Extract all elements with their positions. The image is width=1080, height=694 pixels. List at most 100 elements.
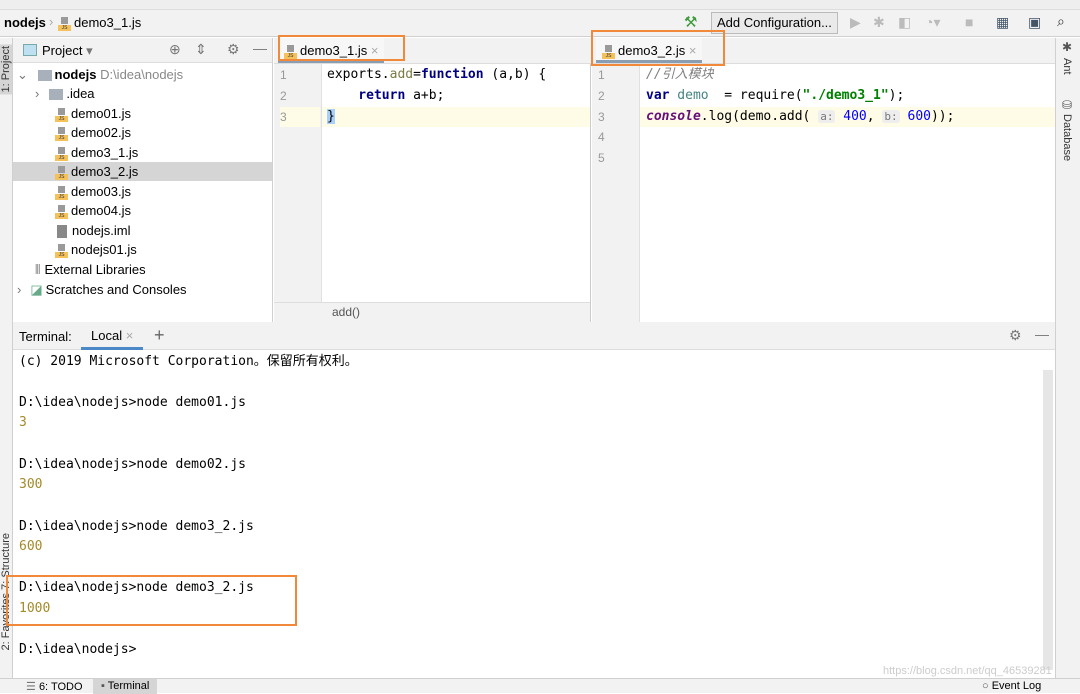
- gear-icon[interactable]: ⚙: [1009, 327, 1022, 344]
- breadcrumb-file-label: demo3_1.js: [74, 15, 142, 30]
- project-title: Project: [42, 43, 83, 58]
- left-tool-strip: 1: Project 7: Structure 2: Favorites: [0, 38, 13, 678]
- tree-root[interactable]: ⌄ nodejs D:\idea\nodejs: [13, 65, 272, 84]
- editor-demo3-2: demo3_2.js × 1 2 3 4 5 //引入模块 var demo =…: [592, 38, 1055, 322]
- tree-item-label: demo3_1.js: [71, 145, 139, 160]
- js-file-icon: [55, 107, 68, 122]
- terminal-line: D:\idea\nodejs>node demo02.js: [19, 457, 246, 472]
- close-icon[interactable]: ×: [689, 43, 697, 58]
- code-token: console: [646, 109, 701, 124]
- tree-item[interactable]: demo3_1.js: [13, 143, 272, 162]
- tab-demo3-1[interactable]: demo3_1.js ×: [278, 38, 385, 63]
- terminal-output[interactable]: (c) 2019 Microsoft Corporation。保留所有权利。 D…: [13, 350, 1055, 678]
- library-icon: ⫴: [35, 262, 41, 277]
- close-icon[interactable]: ×: [371, 43, 379, 58]
- breadcrumb-project[interactable]: nodejs: [4, 15, 46, 30]
- hide-icon[interactable]: —: [1035, 326, 1049, 342]
- js-file-icon: [58, 16, 71, 31]
- search-icon[interactable]: ⌕: [1057, 13, 1065, 30]
- tree-item[interactable]: nodejs.iml: [13, 221, 272, 240]
- scratches-icon: ◪: [30, 282, 43, 297]
- close-icon[interactable]: ×: [126, 328, 134, 343]
- tree-item[interactable]: demo04.js: [13, 201, 272, 220]
- tree-item[interactable]: demo02.js: [13, 123, 272, 142]
- project-structure-icon[interactable]: ▦: [996, 14, 1009, 31]
- terminal-window-icon[interactable]: ▣: [1028, 14, 1041, 31]
- watermark: https://blog.csdn.net/qq_46539281: [883, 665, 1052, 677]
- tree-item-external-libraries[interactable]: ⫴ External Libraries: [13, 260, 272, 279]
- coverage-icon[interactable]: ◧: [898, 14, 911, 31]
- collapse-all-icon[interactable]: ⇕: [195, 41, 207, 58]
- tree-item-label: nodejs01.js: [71, 242, 137, 257]
- js-file-icon: [284, 44, 297, 59]
- add-configuration-button[interactable]: Add Configuration...: [711, 12, 838, 34]
- favorites-tool-button[interactable]: 2: Favorites: [0, 593, 12, 650]
- code-token: 400: [843, 109, 867, 124]
- tree-item-selected[interactable]: demo3_2.js: [13, 162, 272, 181]
- terminal-output-line: 3: [19, 415, 27, 430]
- tree-item[interactable]: demo03.js: [13, 182, 272, 201]
- tab-label: demo3_2.js: [618, 43, 686, 58]
- terminal-header: Terminal: Local × + ⚙ —: [13, 322, 1055, 350]
- js-file-icon: [55, 165, 68, 180]
- code-line-2[interactable]: var demo = require("./demo3_1");: [646, 86, 904, 106]
- code-line-2[interactable]: return a+b;: [327, 86, 444, 106]
- code-token: =: [413, 67, 421, 82]
- code-token: );: [888, 88, 905, 103]
- locate-icon[interactable]: ⊕: [169, 41, 181, 58]
- code-token: 600: [907, 109, 931, 124]
- current-line-highlight: [322, 107, 590, 127]
- hide-icon[interactable]: —: [253, 40, 267, 56]
- project-view-icon: [23, 44, 37, 56]
- code-token: }: [327, 109, 335, 124]
- js-file-icon: [55, 204, 68, 219]
- code-line-3[interactable]: console.log(demo.add( a: 400, b: 600));: [646, 107, 954, 127]
- tree-item-label: demo04.js: [71, 203, 131, 218]
- line-gutter: 1 2 3 4 5: [592, 64, 640, 322]
- database-tool-button[interactable]: Database: [1061, 114, 1073, 161]
- line-number: 2: [598, 89, 605, 103]
- tree-item-label: nodejs.iml: [72, 223, 131, 238]
- build-hammer-icon[interactable]: ⚒: [684, 13, 697, 31]
- tree-item-label: demo03.js: [71, 184, 131, 199]
- chevron-down-icon: ⌄: [17, 67, 28, 82]
- tree-item-label: External Libraries: [44, 262, 146, 277]
- code-token: exports.: [327, 67, 390, 82]
- terminal-output-line: 1000: [19, 601, 51, 616]
- terminal-output-line: 600: [19, 539, 43, 554]
- tree-item[interactable]: nodejs01.js: [13, 240, 272, 259]
- run-icon[interactable]: ▶: [850, 14, 861, 31]
- project-view-selector[interactable]: Project ▾: [42, 43, 93, 59]
- code-token: //引入模块: [646, 67, 714, 82]
- breadcrumb-file[interactable]: demo3_1.js: [58, 15, 141, 31]
- tree-item[interactable]: demo01.js: [13, 104, 272, 123]
- parameter-hint: a:: [818, 110, 836, 123]
- debug-icon[interactable]: ✱: [873, 14, 885, 31]
- terminal-tool-button[interactable]: ▪ Terminal: [93, 679, 158, 694]
- tree-item-label: .idea: [66, 86, 95, 101]
- project-tool-button[interactable]: 1: Project: [0, 44, 12, 95]
- terminal-scrollbar[interactable]: [1043, 370, 1053, 670]
- function-breadcrumb[interactable]: add(): [332, 305, 360, 319]
- ant-icon: ✱: [1062, 40, 1073, 54]
- structure-tool-button[interactable]: 7: Structure: [0, 533, 12, 590]
- parameter-hint: b:: [882, 110, 900, 123]
- code-line-3[interactable]: }: [327, 107, 335, 127]
- todo-tool-button[interactable]: ☰ 6: TODO: [26, 680, 83, 693]
- code-line-1[interactable]: //引入模块: [646, 65, 714, 85]
- tab-demo3-2[interactable]: demo3_2.js ×: [596, 38, 703, 63]
- line-number: 1: [598, 68, 605, 82]
- tree-item[interactable]: › .idea: [13, 84, 272, 103]
- code-line-1[interactable]: exports.add=function (a,b) {: [327, 65, 546, 85]
- terminal-tab-local[interactable]: Local ×: [81, 322, 144, 350]
- ant-tool-button[interactable]: Ant: [1061, 58, 1073, 75]
- gear-icon[interactable]: ⚙: [227, 41, 240, 58]
- code-token: (a,b) {: [483, 67, 547, 82]
- tree-item-scratches[interactable]: › ◪ Scratches and Consoles: [13, 280, 272, 299]
- event-log-button[interactable]: ○ Event Log: [982, 680, 1041, 692]
- terminal-label: Terminal: [107, 680, 150, 692]
- new-tab-plus-icon[interactable]: +: [154, 325, 165, 346]
- profile-icon[interactable]: ◔▾: [925, 14, 940, 31]
- chevron-down-icon: ▾: [86, 43, 93, 58]
- stop-icon[interactable]: ■: [965, 14, 973, 30]
